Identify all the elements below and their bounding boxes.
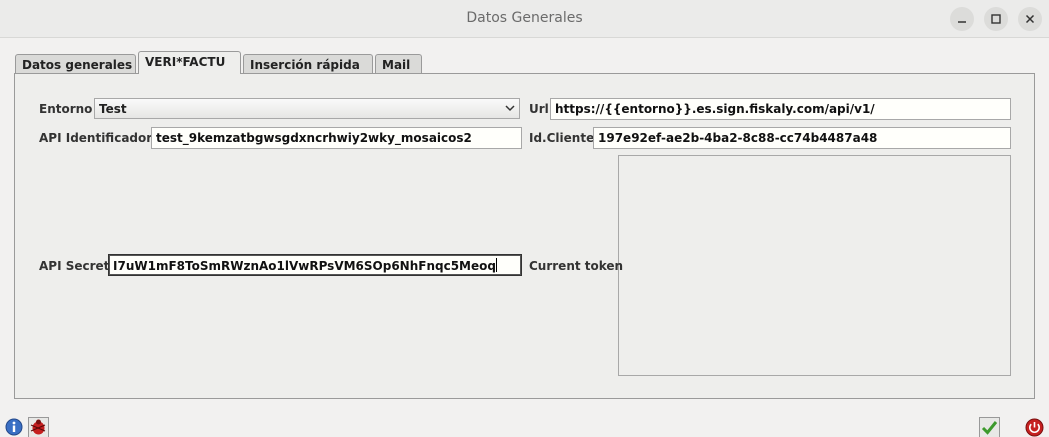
current-token-label: Current token (529, 259, 624, 273)
api-identificador-label: API Identificador (39, 131, 153, 145)
entorno-label: Entorno (39, 102, 93, 116)
api-secret-input[interactable]: I7uW1mF8ToSmRWznAo1lVwRPsVM6SOp6NhFnqc5M… (108, 254, 522, 276)
accept-button[interactable] (979, 417, 1000, 437)
maximize-button[interactable] (984, 7, 1008, 31)
id-cliente-input[interactable]: 197e92ef-ae2b-4ba2-8c88-cc74b4487a48 (593, 127, 1011, 149)
id-cliente-label: Id.Cliente (529, 131, 595, 145)
api-secret-value: I7uW1mF8ToSmRWznAo1lVwRPsVM6SOp6NhFnqc5M… (113, 259, 496, 273)
checkmark-icon (979, 417, 1000, 437)
current-token-area[interactable] (618, 155, 1011, 376)
window-title: Datos Generales (466, 10, 583, 26)
tab-insercion-rapida[interactable]: Inserción rápida (243, 54, 373, 75)
url-input[interactable]: https://{{entorno}}.es.sign.fiskaly.com/… (550, 98, 1011, 120)
entorno-value: Test (99, 102, 127, 116)
api-secret-label: API Secret (39, 259, 110, 273)
tab-datos-generales[interactable]: Datos generales (15, 54, 136, 75)
close-button[interactable] (1018, 7, 1042, 31)
bug-icon (28, 417, 49, 437)
minimize-icon (958, 21, 966, 23)
tab-mail[interactable]: Mail (375, 54, 422, 75)
text-caret (495, 258, 497, 272)
info-icon (5, 418, 23, 436)
title-bar: Datos Generales (0, 0, 1049, 38)
power-off-icon (1025, 418, 1044, 437)
info-button[interactable] (5, 418, 25, 437)
chevron-down-icon (505, 105, 515, 112)
maximize-icon (991, 14, 1001, 24)
api-identificador-input[interactable]: test_9kemzatbgwsgdxncrhwiy2wky_mosaicos2 (151, 127, 522, 149)
url-label: Url (529, 102, 549, 116)
close-icon (1025, 14, 1035, 24)
minimize-button[interactable] (950, 7, 974, 31)
cancel-button[interactable] (1025, 418, 1045, 437)
entorno-select[interactable]: Test (94, 98, 520, 119)
bug-report-button[interactable] (28, 417, 49, 437)
tab-verifactu[interactable]: VERI*FACTU (138, 51, 241, 74)
